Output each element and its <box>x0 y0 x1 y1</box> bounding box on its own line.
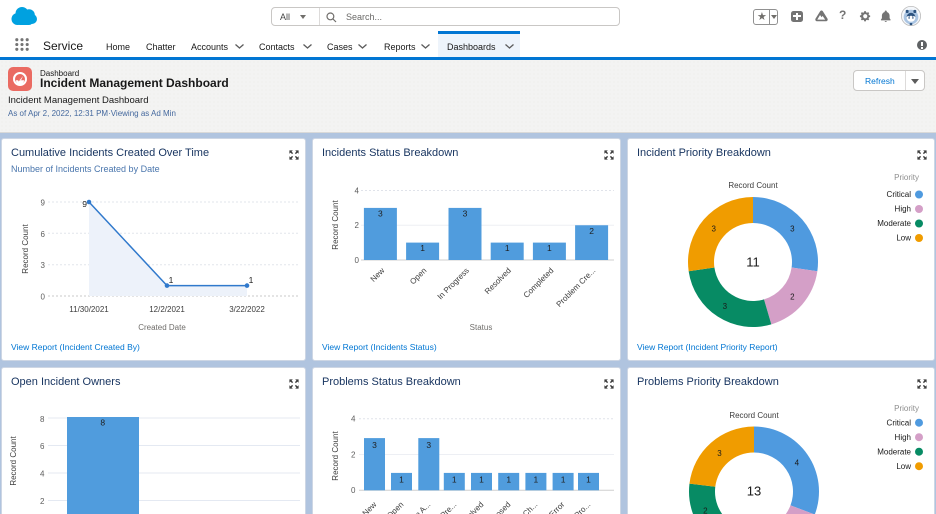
svg-text:2: 2 <box>355 221 360 230</box>
svg-text:1: 1 <box>399 475 404 485</box>
svg-text:0: 0 <box>351 486 356 495</box>
svg-text:Completed: Completed <box>522 266 556 300</box>
svg-text:1: 1 <box>169 275 174 285</box>
svg-text:11: 11 <box>746 255 760 270</box>
svg-text:1: 1 <box>561 475 566 485</box>
svg-text:Low: Low <box>896 234 911 243</box>
svg-text:Critical: Critical <box>887 419 912 428</box>
svg-text:Created Date: Created Date <box>138 323 186 332</box>
svg-text:1: 1 <box>547 243 552 253</box>
svg-text:12/2/2021: 12/2/2021 <box>149 305 185 314</box>
svg-text:4: 4 <box>351 415 356 424</box>
svg-text:Pro...: Pro... <box>573 500 593 514</box>
svg-text:0: 0 <box>41 293 46 302</box>
svg-text:9: 9 <box>41 199 46 208</box>
svg-text:High: High <box>895 205 911 214</box>
svg-text:New: New <box>369 266 387 284</box>
svg-text:In Pre...: In Pre... <box>432 500 458 514</box>
svg-text:Record Count: Record Count <box>729 411 779 420</box>
svg-text:Low: Low <box>896 462 911 471</box>
svg-text:11/30/2021: 11/30/2021 <box>69 305 109 314</box>
svg-text:6: 6 <box>41 230 46 239</box>
svg-text:2: 2 <box>790 293 795 302</box>
svg-text:3: 3 <box>426 440 431 450</box>
svg-text:4: 4 <box>795 459 800 468</box>
svg-text:3: 3 <box>463 208 468 218</box>
svg-text:1: 1 <box>479 475 484 485</box>
svg-text:6: 6 <box>40 442 45 451</box>
svg-text:1: 1 <box>452 475 457 485</box>
svg-text:3: 3 <box>717 449 722 458</box>
svg-text:3: 3 <box>378 208 383 218</box>
svg-text:2: 2 <box>589 226 594 236</box>
svg-text:3: 3 <box>372 440 377 450</box>
svg-text:...olved: ...olved <box>461 500 486 514</box>
svg-text:Open: Open <box>408 266 428 286</box>
svg-text:3/22/2022: 3/22/2022 <box>229 305 265 314</box>
svg-text:2: 2 <box>351 450 356 459</box>
svg-text:Priority: Priority <box>894 404 919 413</box>
svg-text:Moderate: Moderate <box>877 448 911 457</box>
svg-text:Record Count: Record Count <box>331 200 340 250</box>
svg-text:4: 4 <box>40 469 45 478</box>
svg-text:Ch...: Ch... <box>521 500 539 514</box>
svg-text:Record Count: Record Count <box>728 181 778 190</box>
svg-text:1: 1 <box>249 275 254 285</box>
svg-text:3: 3 <box>790 224 795 233</box>
svg-text:Record Count: Record Count <box>331 431 340 481</box>
svg-text:8: 8 <box>40 415 45 424</box>
svg-text:0: 0 <box>355 256 360 265</box>
svg-text:Record Count: Record Count <box>9 436 18 486</box>
svg-text:Error: Error <box>547 500 566 514</box>
svg-text:1: 1 <box>534 475 539 485</box>
svg-text:Record Count: Record Count <box>21 224 30 274</box>
svg-text:Priority: Priority <box>894 173 919 182</box>
svg-text:1: 1 <box>506 475 511 485</box>
svg-text:3: 3 <box>41 261 46 270</box>
svg-text:8: 8 <box>100 418 105 428</box>
svg-text:Resolved: Resolved <box>483 266 513 296</box>
svg-text:In Progress: In Progress <box>436 266 471 301</box>
svg-text:9: 9 <box>82 199 87 209</box>
svg-text:New: New <box>361 500 379 514</box>
svg-text:Status: Status <box>470 323 493 332</box>
svg-text:Moderate: Moderate <box>877 219 911 228</box>
svg-text:3: 3 <box>723 302 728 311</box>
svg-text:In A...: In A... <box>412 500 433 514</box>
svg-text:Critical: Critical <box>887 190 912 199</box>
svg-text:...osed: ...osed <box>489 500 512 514</box>
svg-text:1: 1 <box>586 475 591 485</box>
svg-text:High: High <box>895 433 911 442</box>
svg-text:Problem Cre...: Problem Cre... <box>555 266 598 309</box>
svg-text:Open: Open <box>385 500 405 514</box>
svg-text:13: 13 <box>747 484 761 499</box>
svg-text:3: 3 <box>711 224 716 233</box>
svg-text:1: 1 <box>420 243 425 253</box>
svg-text:4: 4 <box>355 186 360 195</box>
svg-text:2: 2 <box>703 506 708 514</box>
svg-text:1: 1 <box>505 243 510 253</box>
svg-text:2: 2 <box>40 497 45 506</box>
